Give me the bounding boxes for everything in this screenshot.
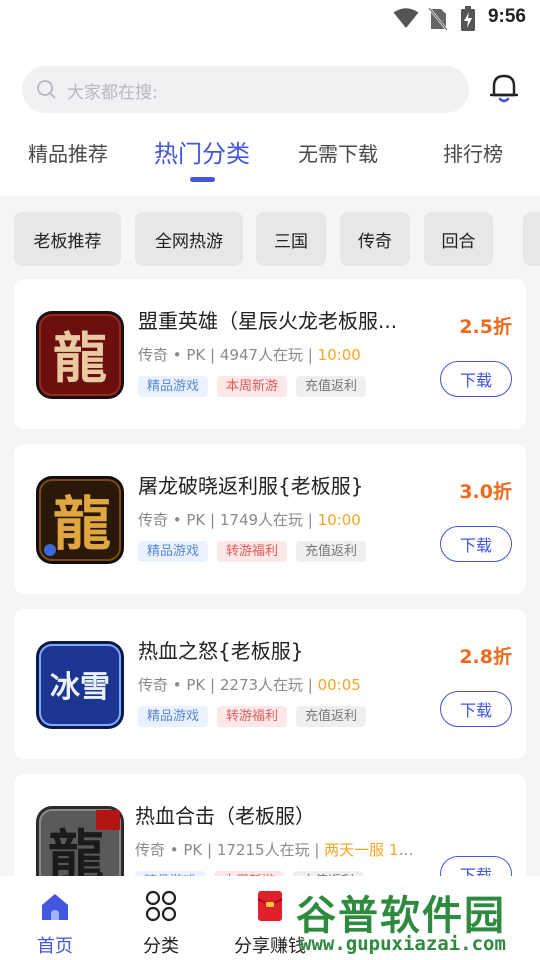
tag-label: 精品游戏	[138, 541, 209, 562]
game-name: 屠龙破晓返利服{老板服}	[138, 474, 364, 498]
game-card[interactable]: 龍 盟重英雄（星辰火龙老板服... 传奇 • PK | 4947人在玩 | 10…	[14, 279, 526, 429]
game-tags: 精品游戏 转游福利 充值返利	[138, 705, 375, 727]
tag-label: 充值返利	[296, 541, 367, 562]
grid-icon	[145, 890, 177, 922]
game-name: 热血之怒{老板服}	[138, 639, 304, 663]
svg-text:龍: 龍	[53, 490, 111, 558]
game-card[interactable]: 冰雪 热血之怒{老板服} 传奇 • PK | 2273人在玩 | 00:05 精…	[14, 609, 526, 759]
game-name: 盟重英雄（星辰火龙老板服...	[138, 309, 398, 333]
red-envelope-icon	[257, 891, 283, 921]
nav-category-label: 分类	[143, 936, 179, 957]
nav-home[interactable]: 首页	[0, 876, 110, 960]
search-bar[interactable]: 大家都在搜:	[22, 66, 469, 113]
category-chip[interactable]: 回合	[424, 212, 493, 266]
svg-text:冰雪: 冰雪	[50, 670, 110, 705]
category-chip[interactable]: 老板推荐	[14, 212, 121, 266]
tab-no-download[interactable]: 无需下载	[298, 138, 378, 167]
tag-label: 转游福利	[217, 706, 288, 727]
home-icon	[42, 894, 68, 920]
game-meta: 传奇 • PK | 4947人在玩 | 10:00	[138, 346, 361, 364]
game-server-time: 00:05	[317, 676, 361, 694]
watermark: 谷普软件园 www.gupuxiazai.com	[296, 883, 540, 960]
game-icon: 龍	[36, 311, 124, 399]
tag-label: 精品游戏	[138, 706, 209, 727]
discount-label: 3.0折	[459, 481, 512, 503]
main-tabs: 精品推荐 热门分类 无需下载 排行榜	[0, 138, 540, 188]
discount-label: 2.8折	[459, 646, 512, 668]
category-chip[interactable]: 三国	[256, 212, 326, 266]
watermark-url: www.gupuxiazai.com	[300, 933, 506, 955]
game-server-time: 10:00	[317, 346, 361, 364]
battery-charging-icon	[461, 6, 475, 31]
game-meta: 传奇 • PK | 2273人在玩 | 00:05	[138, 676, 361, 694]
game-server-time: 10:00	[317, 511, 361, 529]
tag-label: 本周新游	[217, 376, 288, 397]
tab-featured[interactable]: 精品推荐	[28, 138, 108, 167]
search-icon	[37, 80, 56, 99]
header-area: 9:56 大家都在搜: 精品推荐 热门分类 无需下载 排行榜	[0, 0, 540, 196]
download-button[interactable]: 下载	[440, 526, 512, 562]
active-tab-indicator	[190, 177, 215, 182]
game-tags: 精品游戏本周新游充值返利	[138, 375, 375, 397]
game-meta: 传奇 • PK | 17215人在玩 | 两天一服 10...	[135, 839, 415, 860]
tag-label: 充值返利	[296, 376, 367, 397]
game-name: 热血合击（老板服）	[135, 804, 315, 828]
game-tags: 精品游戏 转游福利 充值返利	[138, 540, 375, 562]
game-card[interactable]: 龍 屠龙破晓返利服{老板服} 传奇 • PK | 1749人在玩 | 10:00…	[14, 444, 526, 594]
status-bar: 9:56	[0, 0, 540, 38]
game-meta: 传奇 • PK | 1749人在玩 | 10:00	[138, 511, 361, 529]
discount-label: 2.5折	[459, 316, 512, 338]
category-chip-partial[interactable]	[523, 212, 540, 266]
no-sim-icon	[428, 7, 448, 31]
download-button[interactable]: 下载	[440, 361, 512, 397]
tag-label: 精品游戏	[138, 376, 209, 397]
tag-label: 充值返利	[296, 706, 367, 727]
nav-category[interactable]: 分类	[106, 876, 216, 960]
tab-ranking[interactable]: 排行榜	[443, 138, 503, 167]
wifi-icon	[393, 8, 419, 28]
download-button[interactable]: 下载	[440, 691, 512, 727]
game-server-time: 两天一服 10...	[324, 841, 415, 859]
category-chip[interactable]: 传奇	[340, 212, 410, 266]
game-icon: 龍	[36, 476, 124, 564]
tag-label: 转游福利	[217, 541, 288, 562]
svg-text:龍: 龍	[53, 326, 107, 390]
game-icon: 冰雪	[36, 641, 124, 729]
notification-bell-icon[interactable]	[486, 70, 522, 106]
tab-hot-categories[interactable]: 热门分类	[154, 134, 250, 169]
category-chip[interactable]: 全网热游	[135, 212, 243, 266]
search-placeholder: 大家都在搜:	[67, 83, 158, 103]
nav-home-label: 首页	[37, 936, 73, 957]
category-chips: 老板推荐 全网热游 三国 传奇 回合	[0, 204, 540, 274]
status-time: 9:56	[487, 6, 526, 27]
